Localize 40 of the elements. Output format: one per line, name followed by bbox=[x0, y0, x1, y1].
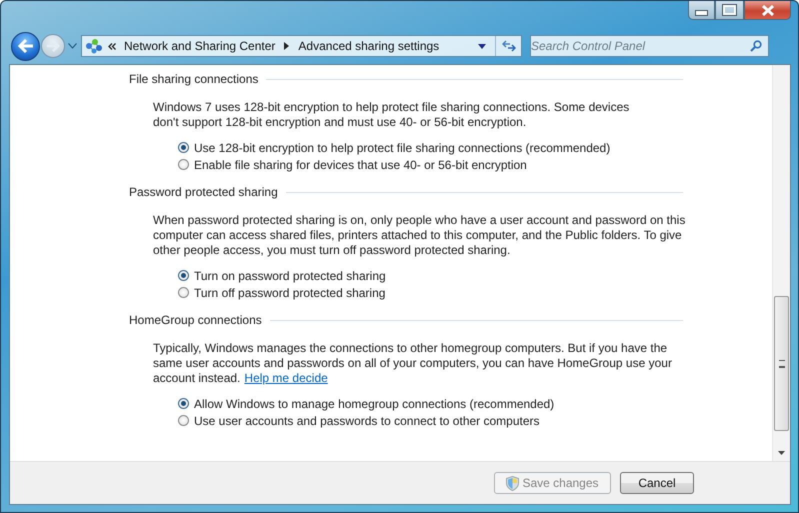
scrollbar-thumb[interactable] bbox=[774, 296, 789, 431]
description-text: Windows 7 uses 128-bit encryption to help protect file sharing connections. Some devices don't support 128-bit encryption and must use 40- or 56-bit encryption. bbox=[153, 100, 630, 130]
close-icon bbox=[760, 4, 774, 16]
radio-button[interactable] bbox=[178, 415, 189, 426]
radio-button[interactable] bbox=[178, 159, 189, 170]
scroll-down-arrow-icon[interactable] bbox=[778, 451, 785, 455]
radio-option[interactable]: Use user accounts and passwords to connect to other computers bbox=[178, 412, 772, 429]
forward-arrow-icon bbox=[46, 40, 60, 52]
radio-button[interactable] bbox=[178, 287, 189, 298]
description-text: Typically, Windows manages the connections to other homegroup computers. But if you have the same user accounts and passwords on all of your computers, you can have HomeGroup use your account instead. Help me decide bbox=[153, 341, 673, 386]
radio-option[interactable]: Turn off password protected sharing bbox=[178, 284, 772, 301]
radio-button[interactable] bbox=[178, 270, 189, 281]
back-arrow-icon bbox=[18, 39, 34, 53]
vertical-scrollbar[interactable] bbox=[772, 65, 790, 461]
breadcrumb[interactable]: Network and Sharing Center bbox=[124, 39, 276, 53]
overflow-chevron-icon[interactable] bbox=[108, 42, 116, 50]
minimize-button[interactable] bbox=[688, 1, 715, 20]
section-heading: Password protected sharing bbox=[129, 185, 278, 199]
refresh-icon bbox=[502, 40, 516, 52]
description-text: When password protected sharing is on, only people who have a user account and password on this computer can access shared files, printers attached to this computer, and the Public folders. To give other people access, you must turn off password protected sharing. bbox=[153, 213, 686, 258]
back-button[interactable] bbox=[11, 32, 40, 60]
help-link[interactable]: Help me decide bbox=[244, 371, 328, 385]
search-icon[interactable] bbox=[750, 40, 762, 52]
radio-button[interactable] bbox=[178, 398, 189, 409]
dialog-button[interactable]: Cancel bbox=[620, 472, 694, 494]
radio-option[interactable]: Enable file sharing for devices that use 40- or 56-bit encryption bbox=[178, 156, 772, 173]
section-heading: HomeGroup connections bbox=[129, 313, 262, 327]
section-heading: File sharing connections bbox=[129, 72, 258, 86]
network-icon bbox=[85, 38, 103, 54]
radio-option[interactable]: Turn on password protected sharing bbox=[178, 267, 772, 284]
radio-option[interactable]: Use 128-bit encryption to help protect file sharing connections (recommended) bbox=[178, 139, 772, 156]
dropdown-arrow-icon[interactable] bbox=[478, 44, 486, 48]
radio-button[interactable] bbox=[178, 142, 189, 153]
close-button[interactable] bbox=[744, 1, 791, 20]
breadcrumb[interactable]: Advanced sharing settings bbox=[298, 39, 440, 53]
breadcrumb-arrow-icon[interactable] bbox=[284, 42, 290, 50]
radio-option[interactable]: Allow Windows to manage homegroup connections (recommended) bbox=[178, 395, 772, 412]
address-bar[interactable]: Network and Sharing Center Advanced sharing settings bbox=[81, 35, 522, 57]
search-field[interactable]: Search Control Panel bbox=[530, 35, 769, 57]
maximize-button[interactable] bbox=[715, 1, 744, 20]
